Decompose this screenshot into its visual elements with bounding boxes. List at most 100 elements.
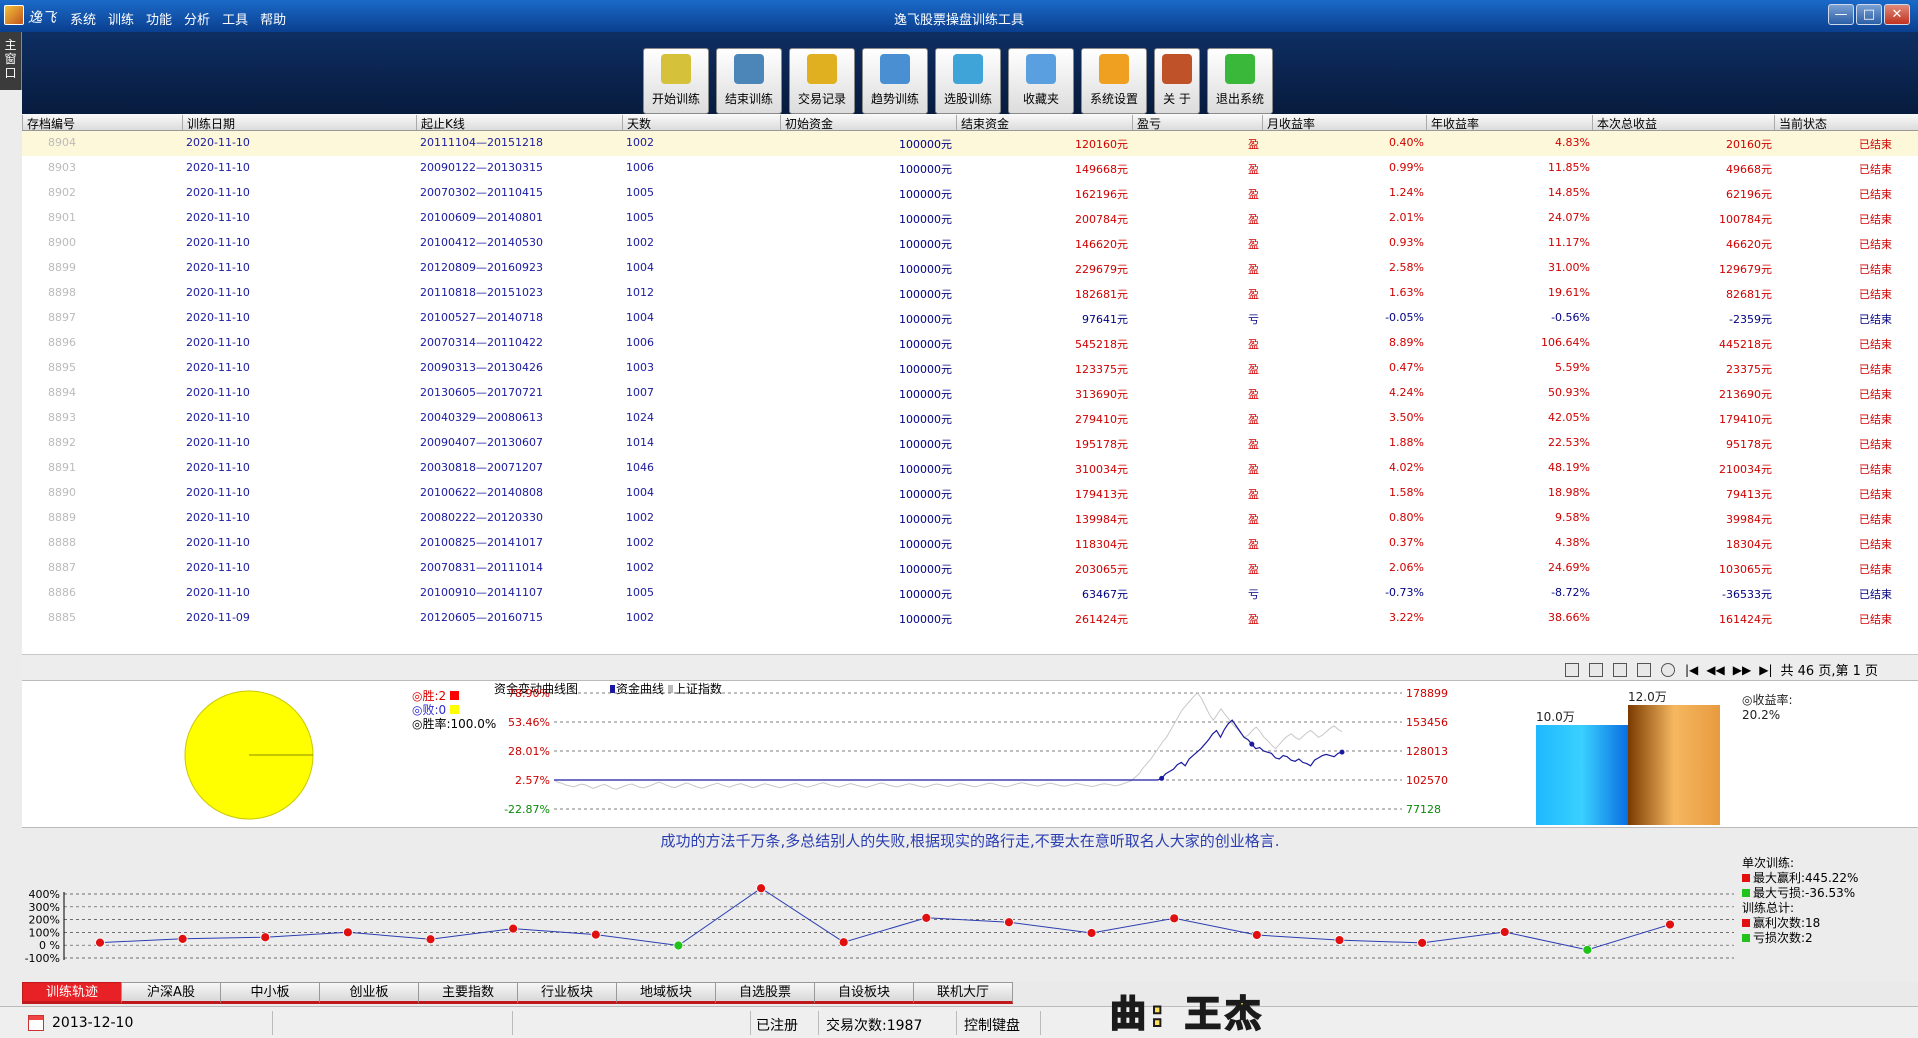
table-row[interactable]: 8904 2020-11-10 20111104—20151218 1002 10000… bbox=[22, 131, 1918, 156]
tick-label: 200% bbox=[29, 914, 60, 927]
close-button[interactable]: ✕ bbox=[1884, 4, 1910, 25]
table-row[interactable]: 8895 2020-11-10 20090313—20130426 1003 10000… bbox=[22, 356, 1918, 381]
column-header[interactable]: 初始资金 bbox=[780, 115, 833, 131]
tab-5[interactable]: 行业板块 bbox=[517, 982, 617, 1004]
table-cell: 8904 bbox=[48, 136, 76, 149]
table-row[interactable]: 8896 2020-11-10 20070314—20110422 1006 10000… bbox=[22, 331, 1918, 356]
table-cell: 8888 bbox=[48, 536, 76, 549]
column-header[interactable]: 当前状态 bbox=[1774, 115, 1827, 131]
table-cell: 2020-11-10 bbox=[186, 361, 250, 374]
column-header[interactable]: 训练日期 bbox=[182, 115, 235, 131]
table-row[interactable]: 8891 2020-11-10 20030818—20071207 1046 10000… bbox=[22, 456, 1918, 481]
registered-status: 已注册 bbox=[756, 1018, 798, 1034]
training-records-table: 存档编号 训练日期 起止K线 天数 初始资金 结束资金 盈亏 月收益率 年收益率 本次总收益 当前状… bbox=[22, 114, 1918, 654]
column-header[interactable]: 月收益率 bbox=[1262, 115, 1315, 131]
table-row[interactable]: 8890 2020-11-10 20100622—20140808 1004 10000… bbox=[22, 481, 1918, 506]
delete-icon[interactable] bbox=[1637, 662, 1652, 677]
prev-page-button[interactable]: ◀◀ bbox=[1706, 663, 1724, 677]
equity-marker-start bbox=[1159, 775, 1165, 781]
tab-2[interactable]: 中小板 bbox=[220, 982, 320, 1004]
table-row[interactable]: 8900 2020-11-10 20100412—20140530 1002 10000… bbox=[22, 231, 1918, 256]
tab-3[interactable]: 创业板 bbox=[319, 982, 419, 1004]
main-window-side-tab[interactable]: 主窗口 bbox=[0, 32, 22, 90]
table-cell: 20160元 bbox=[1726, 138, 1772, 151]
table-cell: 118304元 bbox=[1075, 538, 1128, 551]
gear-icon[interactable] bbox=[1661, 662, 1676, 677]
table-cell: 盈 bbox=[1248, 513, 1259, 526]
column-header[interactable]: 起止K线 bbox=[416, 115, 465, 131]
training-trend-chart: 400%300%200%100%0 %-100% bbox=[25, 883, 1734, 965]
column-header[interactable]: 年收益率 bbox=[1426, 115, 1479, 131]
export-icon[interactable] bbox=[1589, 662, 1604, 677]
column-header[interactable]: 天数 bbox=[622, 115, 651, 131]
bar-value-label: 12.0万 bbox=[1628, 690, 1667, 704]
table-row[interactable]: 8903 2020-11-10 20090122—20130315 1006 10000… bbox=[22, 156, 1918, 181]
exit-button[interactable]: 退出系统 bbox=[1207, 48, 1273, 114]
table-cell: 8903 bbox=[48, 161, 76, 174]
table-cell: 97641元 bbox=[1082, 313, 1128, 326]
tab-0[interactable]: 训练轨迹 bbox=[22, 982, 122, 1004]
table-cell: 445218元 bbox=[1719, 338, 1772, 351]
settings-button[interactable]: 系统设置 bbox=[1081, 48, 1147, 114]
max-gain: 最大赢利:445.22% bbox=[1742, 871, 1858, 886]
table-row[interactable]: 8893 2020-11-10 20040329—20080613 1024 10000… bbox=[22, 406, 1918, 431]
table-row[interactable]: 8889 2020-11-10 20080222—20120330 1002 10000… bbox=[22, 506, 1918, 531]
table-row[interactable]: 8898 2020-11-10 20110818—20151023 1012 10000… bbox=[22, 281, 1918, 306]
column-header[interactable]: 盈亏 bbox=[1132, 115, 1161, 131]
tab-1[interactable]: 沪深A股 bbox=[121, 982, 221, 1004]
table-cell: 46620元 bbox=[1726, 238, 1772, 251]
table-cell: 已结束 bbox=[1859, 163, 1892, 176]
about-button[interactable]: 关 于 bbox=[1154, 48, 1200, 114]
table-row[interactable]: 8886 2020-11-10 20100910—20141107 1005 10000… bbox=[22, 581, 1918, 606]
keyboard-control[interactable]: 控制键盘 bbox=[964, 1015, 1020, 1035]
table-cell: 0.80% bbox=[1389, 511, 1424, 524]
table-row[interactable]: 8897 2020-11-10 20100527—20140718 1004 10000… bbox=[22, 306, 1918, 331]
table-row[interactable]: 8901 2020-11-10 20100609—20140801 1005 10000… bbox=[22, 206, 1918, 231]
maximize-button[interactable]: □ bbox=[1856, 4, 1882, 25]
table-row[interactable]: 8894 2020-11-10 20130605—20170721 1007 10000… bbox=[22, 381, 1918, 406]
table-cell: 120160元 bbox=[1075, 138, 1128, 151]
table-cell: 20030818—20071207 bbox=[420, 461, 543, 474]
table-cell: 2.01% bbox=[1389, 211, 1424, 224]
trend-training-button[interactable]: 趋势训练 bbox=[862, 48, 928, 114]
table-cell: 8895 bbox=[48, 361, 76, 374]
table-row[interactable]: 8899 2020-11-10 20120809—20160923 1004 10000… bbox=[22, 256, 1918, 281]
toolbar-label: 开始训练 bbox=[651, 92, 700, 106]
print-icon[interactable] bbox=[1565, 662, 1580, 677]
table-cell: 1.63% bbox=[1389, 286, 1424, 299]
first-page-button[interactable]: |◀ bbox=[1685, 663, 1698, 677]
trend-point bbox=[425, 934, 436, 945]
table-cell: 38.66% bbox=[1548, 611, 1590, 624]
table-row[interactable]: 8885 2020-11-09 20120605—20160715 1002 10000… bbox=[22, 606, 1918, 631]
tab-9[interactable]: 联机大厅 bbox=[913, 982, 1013, 1004]
table-row[interactable]: 8892 2020-11-10 20090407—20130607 1014 10000… bbox=[22, 431, 1918, 456]
table-cell: 48.19% bbox=[1548, 461, 1590, 474]
table-row[interactable]: 8887 2020-11-10 20070831—20111014 1002 10000… bbox=[22, 556, 1918, 581]
table-cell: 已结束 bbox=[1859, 288, 1892, 301]
tab-8[interactable]: 自设板块 bbox=[814, 982, 914, 1004]
next-page-button[interactable]: ▶▶ bbox=[1733, 663, 1751, 677]
table-cell: 100000元 bbox=[899, 163, 952, 176]
win-loss-legend: ◎胜:2 ◎败:0 ◎胜率:100.0% bbox=[412, 689, 496, 731]
table-row[interactable]: 8888 2020-11-10 20100825—20141017 1002 10000… bbox=[22, 531, 1918, 556]
index-series-line bbox=[553, 692, 1343, 790]
table-row[interactable]: 8902 2020-11-10 20070302—20110415 1005 10000… bbox=[22, 181, 1918, 206]
save-icon[interactable] bbox=[1613, 662, 1628, 677]
column-header[interactable]: 本次总收益 bbox=[1592, 115, 1657, 131]
table-cell: 23375元 bbox=[1726, 363, 1772, 376]
stock-pick-button[interactable]: 选股训练 bbox=[935, 48, 1001, 114]
column-header[interactable]: 存档编号 bbox=[22, 115, 75, 131]
table-cell: 19.61% bbox=[1548, 286, 1590, 299]
toolbar-label: 关 于 bbox=[1163, 92, 1191, 106]
column-header[interactable]: 结束资金 bbox=[956, 115, 1009, 131]
tab-7[interactable]: 自选股票 bbox=[715, 982, 815, 1004]
last-page-button[interactable]: ▶| bbox=[1759, 663, 1772, 677]
trade-record-button[interactable]: 交易记录 bbox=[789, 48, 855, 114]
favorites-button[interactable]: 收藏夹 bbox=[1008, 48, 1074, 114]
table-cell: 3.50% bbox=[1389, 411, 1424, 424]
tab-6[interactable]: 地域板块 bbox=[616, 982, 716, 1004]
end-training-button[interactable]: 结束训练 bbox=[716, 48, 782, 114]
tab-4[interactable]: 主要指数 bbox=[418, 982, 518, 1004]
start-training-button[interactable]: 开始训练 bbox=[643, 48, 709, 114]
minimize-button[interactable]: — bbox=[1828, 4, 1854, 25]
